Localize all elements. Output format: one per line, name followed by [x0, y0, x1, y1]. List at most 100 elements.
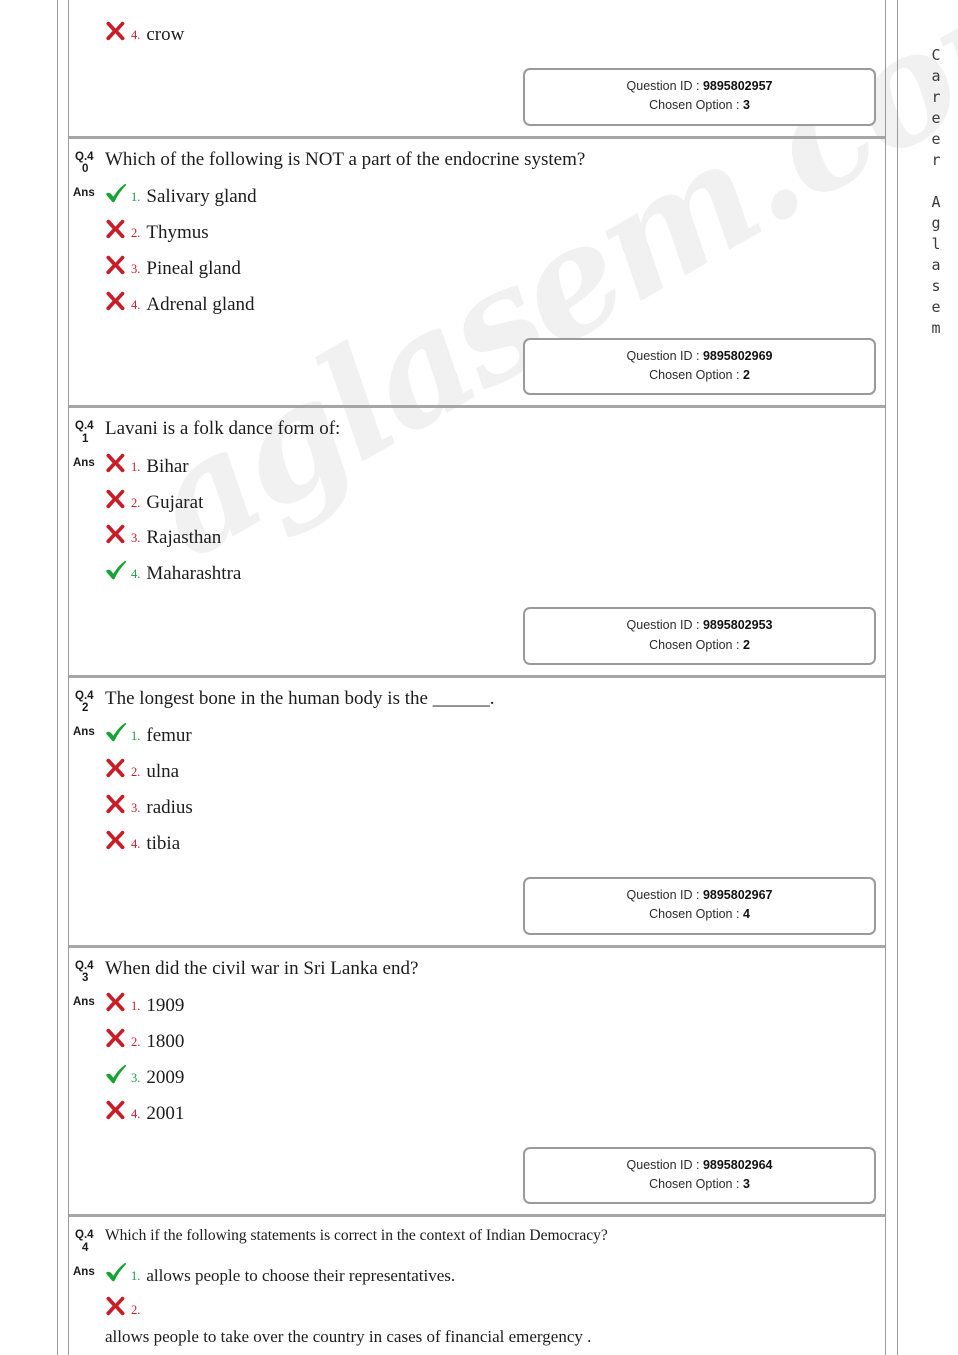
option-row[interactable]: 4. Maharashtra	[105, 559, 877, 585]
option-row[interactable]: 4. Adrenal gland	[105, 290, 877, 316]
chosen-option-value: 2	[742, 367, 750, 382]
question-number-line1: Q.4	[75, 959, 94, 972]
option-list: 1. Salivary gland 2. Thymus 3. Pineal gland 4.…	[105, 182, 877, 316]
question-block: Q.4 1 Lavani is a folk dance form of: Ans 1.…	[69, 405, 885, 675]
option-index: 1.	[131, 1268, 141, 1283]
chosen-option-line: Chosen Option : 4	[525, 905, 874, 924]
option-row[interactable]: 3. Rajasthan	[105, 523, 877, 549]
option-index: 2.	[131, 225, 141, 240]
incorrect-cross-icon	[105, 21, 131, 41]
option-row[interactable]: 1. allows people to choose their represen…	[105, 1261, 877, 1286]
option-text: Gujarat	[146, 491, 204, 513]
question-id-line: Question ID : 9895802969	[525, 347, 874, 366]
page-frame-right-border	[897, 0, 898, 1355]
question-block: Q.4 0 Which of the following is NOT a part…	[69, 135, 885, 406]
option-row[interactable]: 2. 1800	[105, 1027, 877, 1053]
option-text: Adrenal gland	[146, 293, 255, 315]
option-row[interactable]: 2. Gujarat	[105, 488, 877, 514]
chosen-option-label: Chosen Option :	[649, 367, 740, 382]
option-text-continuation: allows people to take over the country i…	[105, 1327, 592, 1347]
ans-label: Ans	[73, 1265, 95, 1278]
incorrect-cross-icon	[105, 453, 131, 473]
option-row[interactable]: 4. 2001	[105, 1099, 877, 1125]
question-number-line1: Q.4	[75, 690, 94, 703]
option-list: 1. 1909 2. 1800 3. 2009 4. 2001	[105, 991, 877, 1125]
question-number-line2: 1	[82, 432, 89, 445]
chosen-option-label: Chosen Option :	[649, 907, 740, 922]
question-id-label: Question ID :	[626, 618, 700, 633]
option-row[interactable]: 4. crow	[105, 20, 877, 46]
option-row[interactable]: 3. Pineal gland	[105, 254, 877, 280]
option-row[interactable]: 1. Salivary gland	[105, 182, 877, 208]
incorrect-cross-icon	[105, 1028, 131, 1048]
option-text: 1800	[146, 1030, 185, 1052]
option-text: 2001	[146, 1102, 185, 1124]
question-text: Which if the following statements is cor…	[105, 1227, 608, 1245]
option-text: radius	[146, 797, 193, 819]
chosen-option-value: 3	[742, 1177, 750, 1192]
option-index: 2.	[131, 765, 141, 780]
question-number: Q.4 0	[69, 148, 105, 175]
option-row[interactable]: 3. 2009	[105, 1063, 877, 1089]
option-row[interactable]: 3. radius	[105, 793, 877, 819]
correct-check-icon	[105, 560, 131, 580]
question-text: Lavani is a folk dance form of:	[105, 418, 341, 440]
question-id-box: Question ID : 9895802953 Chosen Option : …	[523, 607, 876, 666]
answer-key-page: aglasem.com Career Aglasem 4. crow Questio…	[0, 0, 958, 1355]
option-row[interactable]: 1. Bihar	[105, 452, 877, 478]
cross-icon-glyph	[106, 759, 125, 778]
incorrect-cross-icon	[105, 1296, 131, 1316]
answer-row: Ans 1. allows people to choose their repre…	[69, 1261, 877, 1355]
question-id-value: 9895802957	[702, 78, 773, 93]
question-number: Q.4 3	[69, 957, 105, 984]
question-id-value: 9895802967	[702, 887, 773, 902]
ans-label: Ans	[73, 996, 95, 1009]
check-icon-glyph	[106, 184, 127, 203]
question-id-value: 9895802964	[702, 1157, 773, 1172]
question-body: Q.4 2 The longest bone in the human body i…	[69, 678, 885, 865]
option-row[interactable]: 1. 1909	[105, 991, 877, 1017]
chosen-option-label: Chosen Option :	[649, 1177, 740, 1192]
option-row[interactable]: 2. ulna	[105, 757, 877, 783]
option-text: tibia	[146, 833, 181, 855]
check-icon-glyph	[106, 561, 127, 580]
cross-icon-glyph	[106, 525, 125, 544]
option-row[interactable]: 4. tibia	[105, 829, 877, 855]
incorrect-cross-icon	[105, 524, 131, 544]
cross-icon-glyph	[106, 255, 125, 275]
question-header-row: Q.4 4 Which if the following statements is…	[69, 1226, 877, 1253]
incorrect-cross-icon	[105, 291, 131, 311]
question-text: When did the civil war in Sri Lanka end?	[105, 957, 419, 979]
check-icon-glyph	[106, 1262, 127, 1282]
answer-row: Ans 1. femur 2. ulna 3. radius 4. tibia	[69, 721, 877, 855]
cross-icon-glyph	[106, 1028, 125, 1048]
question-header-row: Q.4 3 When did the civil war in Sri Lanka …	[69, 957, 877, 984]
question-number-line1: Q.4	[75, 420, 94, 433]
brand-vertical-label: Career Aglasem	[927, 46, 945, 340]
question-body: Q.4 1 Lavani is a folk dance form of: Ans 1.…	[69, 408, 885, 595]
option-text: Pineal gland	[146, 257, 241, 279]
cross-icon-glyph	[106, 21, 125, 41]
cross-icon-glyph	[106, 489, 125, 508]
option-text: Bihar	[146, 455, 189, 477]
question-id-label: Question ID :	[626, 887, 700, 902]
question-id-value: 9895802953	[702, 618, 773, 633]
question-id-box: Question ID : 9895802969 Chosen Option : …	[523, 337, 876, 396]
chosen-option-value: 2	[742, 637, 750, 652]
option-text	[146, 1314, 877, 1315]
cross-icon-glyph	[106, 453, 125, 472]
option-text: femur	[146, 725, 192, 747]
question-block: Q.4 2 The longest bone in the human body i…	[69, 675, 885, 945]
question-list: 4. crow Question ID : 9895802957 Chosen Opt…	[68, 0, 886, 1355]
option-row[interactable]: 2. Thymus	[105, 218, 877, 244]
question-id-box: Question ID : 9895802957 Chosen Option : …	[523, 67, 876, 126]
option-row[interactable]: 1. femur	[105, 721, 877, 747]
question-id-line: Question ID : 9895802957	[525, 77, 874, 96]
incorrect-cross-icon	[105, 489, 131, 509]
option-index: 1.	[131, 190, 141, 205]
option-row[interactable]: 2.	[105, 1295, 877, 1319]
correct-check-icon	[105, 1262, 131, 1282]
question-number-line2: 3	[82, 971, 89, 984]
question-number: Q.4 1	[69, 417, 105, 444]
chosen-option-label: Chosen Option :	[649, 637, 740, 652]
